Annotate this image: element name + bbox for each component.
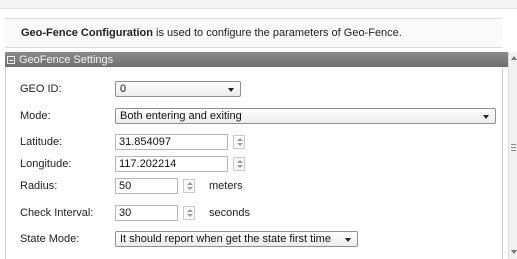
radius-input[interactable]: 50 [115,178,178,194]
scroll-up-icon[interactable] [511,56,517,60]
page-title: Geo-Fence Configuration is used to confi… [21,27,402,39]
radius-value: 50 [119,180,132,192]
top-border [0,0,517,9]
geofence-settings-section-header[interactable]: GeoFence Settings [5,52,508,67]
geo-id-select[interactable]: 0 [115,81,241,97]
radius-label: Radius: [20,180,58,192]
latitude-label: Latitude: [20,136,63,148]
page-title-bold: Geo-Fence Configuration [21,27,153,39]
check-interval-spinner[interactable] [183,206,195,220]
mode-row: Mode: Both entering and exiting [20,107,496,125]
geo-id-row: GEO ID: 0 [20,80,241,98]
spinner-up-icon[interactable] [237,138,243,141]
longitude-spinner[interactable] [233,157,245,171]
mode-label: Mode: [20,110,51,122]
vertical-scrollbar[interactable] [508,52,517,259]
page-header: Geo-Fence Configuration is used to confi… [5,18,502,48]
minus-box-icon[interactable] [7,55,15,64]
scroll-grip-icon[interactable] [511,144,516,152]
check-interval-input[interactable]: 30 [115,205,178,221]
mode-select[interactable]: Both entering and exiting [115,108,496,124]
spinner-down-icon[interactable] [237,165,243,168]
radius-row: Radius: 50 meters [20,177,243,195]
check-interval-label: Check Interval: [20,207,94,219]
latitude-spinner[interactable] [233,135,245,149]
chevron-down-icon[interactable] [228,88,234,92]
mode-value: Both entering and exiting [120,110,242,122]
geo-id-label: GEO ID: [20,83,62,95]
latitude-row: Latitude: 31.854097 [20,133,245,151]
state-mode-value: It should report when get the state firs… [120,233,331,245]
state-mode-label: State Mode: [20,233,80,245]
state-mode-select[interactable]: It should report when get the state firs… [115,231,358,247]
latitude-input[interactable]: 31.854097 [115,134,228,150]
check-interval-row: Check Interval: 30 seconds [20,204,250,222]
radius-unit: meters [209,180,243,192]
longitude-label: Longitude: [20,158,72,170]
chevron-down-icon[interactable] [345,238,351,242]
spinner-up-icon[interactable] [187,182,193,185]
radius-spinner[interactable] [183,179,195,193]
longitude-input[interactable]: 117.202214 [115,156,228,172]
check-interval-value: 30 [119,207,132,219]
spinner-up-icon[interactable] [187,209,193,212]
chevron-down-icon[interactable] [483,115,489,119]
latitude-value: 31.854097 [119,136,171,148]
longitude-row: Longitude: 117.202214 [20,155,245,173]
geo-id-value: 0 [120,83,127,95]
spinner-down-icon[interactable] [187,214,193,217]
spinner-up-icon[interactable] [237,160,243,163]
check-interval-unit: seconds [209,207,250,219]
page-title-description: is used to configure the parameters of G… [153,27,402,39]
spinner-down-icon[interactable] [237,143,243,146]
state-mode-row: State Mode: It should report when get th… [20,230,358,248]
longitude-value: 117.202214 [119,158,177,170]
section-title: GeoFence Settings [19,53,114,66]
spinner-down-icon[interactable] [187,187,193,190]
scroll-down-icon[interactable] [511,250,517,254]
